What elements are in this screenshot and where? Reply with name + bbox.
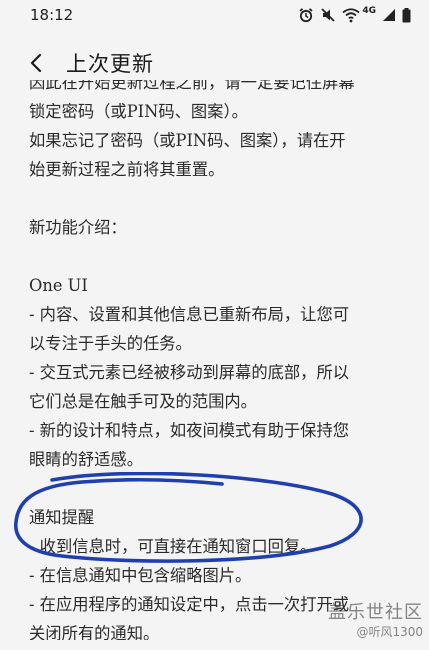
text-line: 始更新过程之前将其重置。 — [29, 160, 225, 179]
text-line: - 收到信息时，可直接在通知窗口回复。 — [29, 537, 317, 556]
back-button[interactable] — [16, 43, 56, 83]
signal-icon — [383, 9, 395, 21]
alarm-icon — [299, 8, 313, 23]
text-line: 如果忘记了密码（或PIN码、图案），请在开 — [29, 131, 346, 150]
watermark-site: 盖乐世社区 — [328, 602, 423, 623]
section-heading: 通知提醒 — [29, 508, 95, 527]
text-line: - 交互式元素已经被移动到屏幕的底部，所以 — [29, 363, 350, 382]
text-line: - 新的设计和特点，如夜间模式有助于保持您 — [29, 421, 350, 440]
section-heading: One UI — [29, 276, 88, 295]
text-line: 因此在开始更新过程之前，请一定要记住屏幕 — [29, 80, 355, 92]
status-time: 18:12 — [30, 6, 74, 24]
chevron-left-icon — [30, 53, 42, 73]
watermark-user: @听风1300 — [356, 625, 423, 639]
text-line: 眼睛的舒适感。 — [29, 450, 143, 469]
mute-icon — [321, 8, 335, 22]
status-bar: 18:12 4G — [0, 0, 429, 30]
update-notes[interactable]: 因此在开始更新过程之前，请一定要记住屏幕 锁定密码（或PIN码、图案）。 如果忘… — [29, 80, 401, 640]
status-icons: 4G — [298, 6, 411, 23]
section-heading: 新功能介绍： — [29, 218, 127, 237]
text-line: - 在信息通知中包含缩略图片。 — [29, 566, 252, 585]
text-line: 以专注于手头的任务。 — [29, 334, 192, 353]
text-line: 锁定密码（或PIN码、图案）。 — [29, 102, 248, 121]
wifi-icon — [342, 8, 360, 23]
text-line: - 内容、设置和其他信息已重新布局，让您可 — [29, 305, 350, 324]
watermark: 盖乐世社区 @听风1300 — [313, 602, 423, 646]
battery-icon — [402, 7, 411, 22]
text-line: 它们总是在触手可及的范围内。 — [29, 392, 257, 411]
network-type-label: 4G — [362, 6, 376, 16]
page-title: 上次更新 — [66, 52, 154, 76]
